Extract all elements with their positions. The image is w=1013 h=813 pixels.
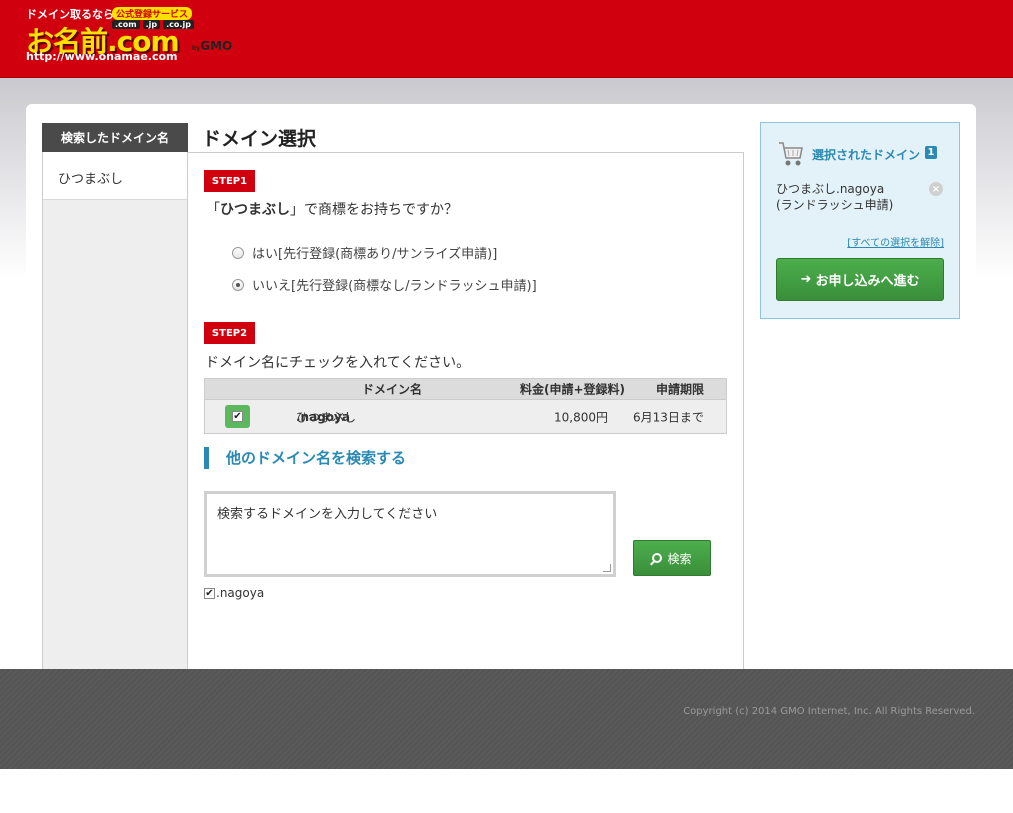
price-cell: 10,800円 bbox=[554, 410, 608, 424]
shopping-cart-icon bbox=[779, 142, 803, 166]
cart-item-type: (ランドラッシュ申請) bbox=[776, 198, 894, 212]
cart-title: 選択されたドメイン bbox=[812, 148, 921, 162]
table-row: ✔ ひつまぶし .nagoya 10,800円 6月13日まで bbox=[205, 399, 726, 433]
selected-domain-panel: 選択されたドメイン 1 ひつまぶし.nagoya (ランドラッシュ申請) × [… bbox=[760, 122, 960, 319]
table-header: ドメイン名 料金(申請+登録料) 申請期限 bbox=[205, 379, 726, 399]
gmo-logo: byGMO bbox=[192, 39, 233, 53]
sidebar-item-searched-domain[interactable]: ひつまぶし bbox=[43, 152, 187, 200]
cart-count-badge: 1 bbox=[925, 146, 937, 159]
radio-button-selected[interactable] bbox=[232, 278, 244, 291]
search-button-label: 検索 bbox=[667, 551, 692, 566]
step1-badge: STEP1 bbox=[204, 170, 255, 192]
domain-search-input[interactable]: 検索するドメインを入力してください bbox=[204, 491, 616, 577]
site-footer: Copyright (c) 2014 GMO Internet, Inc. Al… bbox=[0, 669, 1013, 769]
domain-name-cell: ひつまぶし .nagoya bbox=[296, 409, 357, 425]
trademark-question: 「ひつまぶし」で商標をお持ちですか？ bbox=[206, 202, 458, 218]
radio-label: はい[先行登録(商標あり/サンライズ申請)] bbox=[252, 247, 498, 262]
radio-button[interactable] bbox=[232, 246, 244, 259]
tld-option-nagoya[interactable]: ✔ .nagoya bbox=[204, 586, 264, 600]
cart-item: ひつまぶし.nagoya (ランドラッシュ申請) bbox=[776, 181, 893, 213]
logo-url: http://www.onamae.com bbox=[26, 50, 178, 63]
cart-item-domain: ひつまぶし.nagoya bbox=[776, 182, 885, 196]
site-header: ドメイン取るなら 公式登録サービス .com .jp .co.jp お名前.co… bbox=[0, 0, 1013, 78]
page-title: ドメイン選択 bbox=[202, 128, 317, 150]
logo-badge: 公式登録サービス bbox=[112, 7, 193, 20]
column-header-deadline: 申請期限 bbox=[656, 382, 705, 397]
search-placeholder: 検索するドメインを入力してください bbox=[217, 507, 438, 522]
radio-label: いいえ[先行登録(商標なし/ランドラッシュ申請)] bbox=[252, 279, 537, 294]
tld-label: .nagoya bbox=[216, 586, 265, 600]
radio-option-yes[interactable]: はい[先行登録(商標あり/サンライズ申請)] bbox=[232, 243, 497, 262]
onamae-logo[interactable]: ドメイン取るなら 公式登録サービス .com .jp .co.jp お名前.co… bbox=[26, 6, 246, 64]
radio-option-no[interactable]: いいえ[先行登録(商標なし/ランドラッシュ申請)] bbox=[232, 275, 537, 294]
deadline-cell: 6月13日まで bbox=[633, 410, 704, 424]
apply-button-label: お申し込みへ進む bbox=[815, 274, 920, 289]
arrow-right-icon: ➜ bbox=[800, 272, 812, 287]
other-domain-search-heading: 他のドメイン名を検索する bbox=[204, 447, 406, 469]
resize-grip-icon[interactable] bbox=[603, 564, 611, 572]
column-header-domain: ドメイン名 bbox=[362, 382, 423, 397]
check-instruction: ドメイン名にチェックを入れてください。 bbox=[205, 355, 471, 371]
sidebar-heading: 検索したドメイン名 bbox=[42, 123, 188, 152]
check-icon: ✔ bbox=[232, 411, 243, 422]
domain-table: ドメイン名 料金(申請+登録料) 申請期限 ✔ ひつまぶし .nagoya 10,… bbox=[204, 378, 727, 434]
search-button[interactable]: 検索 bbox=[633, 540, 711, 576]
remove-icon[interactable]: × bbox=[929, 182, 943, 196]
proceed-to-apply-button[interactable]: ➜ お申し込みへ進む bbox=[776, 258, 944, 301]
domain-checkbox[interactable]: ✔ bbox=[225, 405, 250, 428]
step2-badge: STEP2 bbox=[204, 322, 255, 344]
clear-selection-link[interactable]: [すべての選択を解除] bbox=[847, 234, 944, 249]
column-header-price: 料金(申請+登録料) bbox=[520, 382, 626, 397]
search-icon bbox=[652, 553, 663, 563]
tld-checkbox[interactable]: ✔ bbox=[204, 587, 215, 599]
sidebar: ひつまぶし bbox=[42, 152, 188, 670]
copyright-text: Copyright (c) 2014 GMO Internet, Inc. Al… bbox=[683, 706, 975, 717]
